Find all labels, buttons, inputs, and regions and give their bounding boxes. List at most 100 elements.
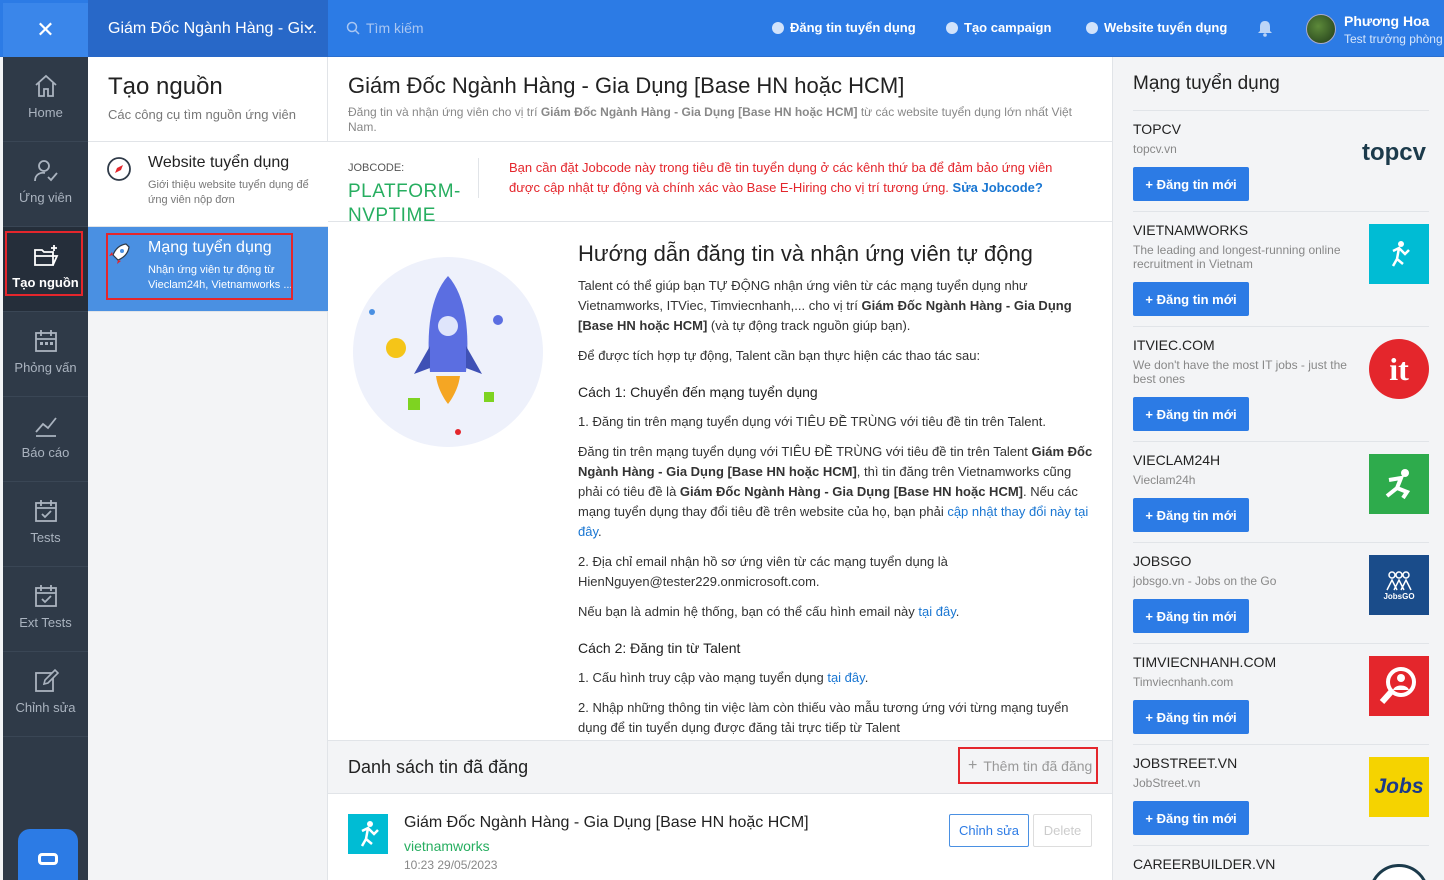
close-icon[interactable]: ✕ — [3, 3, 88, 57]
new-post-button[interactable]: + Đăng tin mới — [1133, 599, 1249, 633]
topcv-logo: topcv — [1361, 139, 1426, 166]
vieclam24h-logo — [1369, 454, 1429, 514]
edit-jobcode-link[interactable]: Sửa Jobcode? — [953, 180, 1043, 195]
posted-job-time: 10:23 29/05/2023 — [404, 858, 498, 872]
calendar-check-icon — [34, 500, 57, 522]
chat-button[interactable] — [18, 829, 78, 880]
guide-heading: Cách 2: Đăng tin từ Talent — [578, 640, 741, 656]
post-job-link[interactable]: Đăng tin tuyển dụng — [772, 20, 916, 35]
nav-candidates[interactable]: Ứng viên — [3, 142, 88, 227]
page-description: Đăng tin và nhận ứng viên cho vị trí Giá… — [348, 105, 1092, 135]
job-selector-label: Giám Đốc Ngành Hàng - Gi... — [108, 19, 317, 37]
new-post-button[interactable]: + Đăng tin mới — [1133, 801, 1249, 835]
nav-home[interactable]: Home — [3, 57, 88, 142]
posted-job-title[interactable]: Giám Đốc Ngành Hàng - Gia Dụng [Base HN … — [404, 814, 809, 832]
guide-paragraph: Talent có thể giúp bạn TỰ ĐỘNG nhận ứng … — [578, 276, 1098, 336]
nav-interview-label: Phỏng vấn — [14, 360, 77, 375]
network-name: TIMVIECNHANH.COM — [1133, 654, 1277, 670]
nav-edit-label: Chỉnh sửa — [15, 700, 76, 715]
table-row: Giám Đốc Ngành Hàng - Gia Dụng [Base HN … — [328, 794, 1112, 880]
search-placeholder: Tìm kiếm — [366, 20, 424, 36]
avatar[interactable] — [1306, 14, 1336, 44]
jobcode-value: PLATFORM-NVPTIME — [348, 181, 461, 226]
job-selector[interactable]: Giám Đốc Ngành Hàng - Gi... — [88, 0, 328, 57]
guide-paragraph: 1. Cấu hình truy cập vào mạng tuyển dụng… — [578, 670, 869, 685]
desc-job: Giám Đốc Ngành Hàng - Gia Dụng [Base HN … — [540, 105, 858, 119]
network-itviec: ITVIEC.COM We don't have the most IT job… — [1133, 326, 1429, 441]
sub-nav-item-network[interactable]: Mạng tuyển dụng Nhận ứng viên tự động từ… — [88, 227, 328, 312]
network-name: JOBSTREET.VN — [1133, 755, 1238, 771]
search-box[interactable]: Tìm kiếm — [346, 20, 424, 36]
nav-sourcing[interactable]: Tạo nguồn — [3, 227, 88, 312]
add-posted-job-button[interactable]: + Thêm tin đã đăng — [958, 747, 1098, 784]
home-icon — [34, 74, 57, 97]
nav-ext-tests[interactable]: Ext Tests — [3, 567, 88, 652]
new-post-button[interactable]: + Đăng tin mới — [1133, 282, 1249, 316]
main-header: Giám Đốc Ngành Hàng - Gia Dụng [Base HN … — [328, 57, 1112, 142]
sub-nav-item-desc: Giới thiệu website tuyển dụng để ứng viê… — [148, 179, 309, 206]
new-post-button[interactable]: + Đăng tin mới — [1133, 498, 1249, 532]
posted-list-title: Danh sách tin đã đăng — [348, 757, 529, 777]
guide-text: Đăng tin trên mạng tuyển dụng với TIÊU Đ… — [578, 444, 1032, 459]
sub-nav-subtitle: Các công cụ tìm nguồn ứng viên — [108, 107, 296, 122]
email-config-link[interactable]: tại đây — [918, 604, 955, 619]
vietnamworks-logo — [348, 814, 388, 854]
nav-reports[interactable]: Báo cáo — [3, 397, 88, 482]
access-config-link[interactable]: tại đây — [827, 670, 864, 685]
jobstreet-logo: Jobs — [1369, 757, 1429, 817]
network-timviecnhanh: TIMVIECNHANH.COM Timviecnhanh.com + Đăng… — [1133, 643, 1429, 744]
create-campaign-label: Tạo campaign — [964, 20, 1052, 35]
guide-paragraph: 2. Địa chỉ email nhận hồ sơ ứng viên từ … — [578, 554, 948, 589]
new-post-button[interactable]: + Đăng tin mới — [1133, 397, 1249, 431]
sub-nav-item-website[interactable]: Website tuyển dụng Giới thiệu website tu… — [88, 142, 328, 227]
delete-button[interactable]: Delete — [1033, 814, 1092, 847]
sub-nav-item-title: Website tuyển dụng — [148, 154, 290, 171]
jobsgo-logo: JobsGO — [1369, 555, 1429, 615]
user-role: Test trưởng phòng — [1344, 32, 1443, 46]
compass-icon — [107, 157, 131, 181]
edit-icon — [34, 668, 59, 692]
network-careerbuilder: CAREERBUILDER.VN — [1133, 845, 1429, 880]
guide-job: Giám Đốc Ngành Hàng - Gia Dụng [Base HN … — [679, 484, 1023, 499]
itviec-logo: it — [1369, 339, 1429, 399]
nav-interview[interactable]: Phỏng vấn — [3, 312, 88, 397]
sub-nav-title: Tạo nguồn — [108, 73, 223, 100]
new-post-button[interactable]: + Đăng tin mới — [1133, 167, 1249, 201]
search-icon — [346, 21, 360, 35]
highlight-box — [106, 233, 293, 300]
guide-paragraph: Đăng tin trên mạng tuyển dụng với TIÊU Đ… — [578, 444, 1093, 539]
network-name: JOBSGO — [1133, 553, 1192, 569]
nav-reports-label: Báo cáo — [21, 445, 70, 460]
guide-paragraph: 2. Nhập những thông tin việc làm còn thi… — [578, 700, 1069, 735]
post-job-label: Đăng tin tuyển dụng — [790, 20, 916, 35]
network-subtitle: We don't have the most IT jobs - just th… — [1133, 358, 1347, 386]
network-vieclam24h: VIECLAM24H Vieclam24h + Đăng tin mới — [1133, 441, 1429, 542]
chat-icon — [38, 853, 58, 865]
guide-paragraph: 1. Đăng tin trên mạng tuyển dụng với TIÊ… — [578, 414, 1046, 429]
posted-list-header: Danh sách tin đã đăng + Thêm tin đã đăng — [328, 740, 1112, 794]
left-nav: Home Ứng viên Tạo nguồn Phỏng vấn Báo cá… — [3, 57, 88, 880]
chevron-down-icon — [304, 24, 314, 31]
careerbuilder-logo — [1369, 864, 1429, 880]
create-campaign-link[interactable]: Tạo campaign — [946, 20, 1051, 35]
guide-body: Hướng dẫn đăng tin và nhận ứng viên tự đ… — [578, 243, 1098, 748]
sub-nav-header: Tạo nguồn Các công cụ tìm nguồn ứng viên — [88, 57, 327, 142]
plus-circle-icon — [772, 21, 784, 34]
network-subtitle: Vieclam24h — [1133, 473, 1196, 487]
desc-text: Đăng tin và nhận ứng viên cho vị trí — [348, 105, 541, 119]
user-name[interactable]: Phương Hoa — [1344, 13, 1429, 29]
nav-edit[interactable]: Chỉnh sửa — [3, 652, 88, 737]
nav-tests[interactable]: Tests — [3, 482, 88, 567]
network-subtitle: jobsgo.vn - Jobs on the Go — [1133, 574, 1277, 588]
bell-icon[interactable] — [1256, 19, 1274, 37]
posted-job-source: vietnamworks — [404, 838, 490, 854]
jobcode-section: JOBCODE: PLATFORM-NVPTIME Bạn cần đặt Jo… — [328, 142, 1112, 226]
guide-text: (và tự động track nguồn giúp bạn). — [707, 318, 911, 333]
new-post-button[interactable]: + Đăng tin mới — [1133, 700, 1249, 734]
rocket-icon — [109, 243, 130, 264]
career-website-link[interactable]: Website tuyển dụng — [1086, 20, 1227, 35]
main-content: Giám Đốc Ngành Hàng - Gia Dụng [Base HN … — [328, 57, 1112, 880]
guide-section: Hướng dẫn đăng tin và nhận ứng viên tự đ… — [328, 222, 1112, 740]
network-subtitle: JobStreet.vn — [1133, 776, 1201, 790]
edit-button[interactable]: Chỉnh sửa — [949, 814, 1029, 847]
